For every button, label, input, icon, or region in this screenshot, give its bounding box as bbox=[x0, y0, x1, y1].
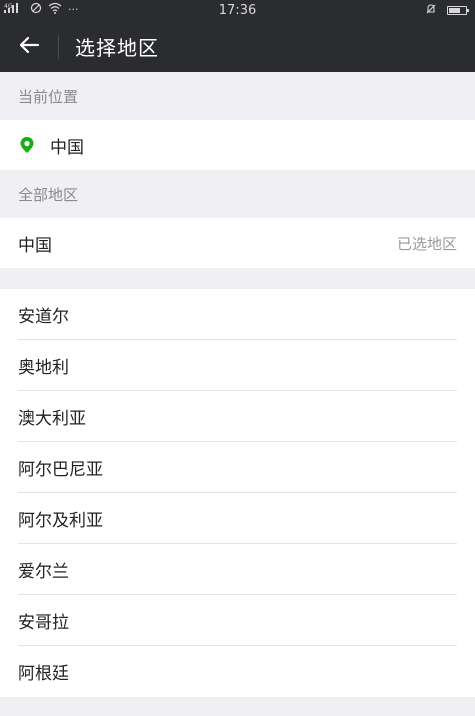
list-item[interactable]: 阿根廷 bbox=[0, 646, 475, 697]
country-name: 阿根廷 bbox=[18, 664, 69, 684]
selected-region-cell[interactable]: 中国 已选地区 bbox=[0, 218, 475, 268]
back-button[interactable] bbox=[0, 21, 58, 72]
list-item[interactable]: 安哥拉 bbox=[0, 595, 475, 646]
battery-icon bbox=[447, 6, 469, 15]
alarm-off-icon bbox=[425, 3, 437, 18]
country-name: 爱尔兰 bbox=[18, 562, 69, 582]
list-item[interactable]: 安道尔 bbox=[0, 289, 475, 340]
section-header-current-location: 当前位置 bbox=[0, 72, 475, 120]
list-item[interactable]: 阿尔及利亚 bbox=[0, 493, 475, 544]
current-location-value: 中国 bbox=[50, 137, 84, 158]
arrow-left-icon bbox=[18, 36, 40, 58]
selected-region-tag: 已选地区 bbox=[396, 234, 457, 253]
status-right bbox=[425, 3, 469, 18]
status-time: 17:36 bbox=[218, 3, 257, 18]
list-item[interactable]: 阿尔巴尼亚 bbox=[0, 442, 475, 493]
list-item[interactable]: 爱尔兰 bbox=[0, 544, 475, 595]
country-list: 安道尔 奥地利 澳大利亚 阿尔巴尼亚 阿尔及利亚 爱尔兰 安哥拉 阿根廷 bbox=[0, 289, 475, 697]
country-name: 阿尔及利亚 bbox=[18, 511, 103, 531]
country-name: 奥地利 bbox=[18, 358, 69, 378]
app-bar: 选择地区 bbox=[0, 21, 475, 72]
page-title: 选择地区 bbox=[75, 36, 159, 60]
battery-fill bbox=[449, 8, 460, 13]
country-name: 安哥拉 bbox=[18, 613, 69, 633]
section-header-all-regions: 全部地区 bbox=[0, 170, 475, 218]
country-name: 安道尔 bbox=[18, 307, 69, 327]
app-bar-divider bbox=[58, 34, 59, 59]
list-item[interactable]: 奥地利 bbox=[0, 340, 475, 391]
section-spacer bbox=[0, 268, 475, 289]
status-bar: 4G ··· 17:36 bbox=[0, 0, 475, 21]
current-location-cell[interactable]: 中国 bbox=[0, 120, 475, 170]
list-item[interactable]: 澳大利亚 bbox=[0, 391, 475, 442]
country-name: 阿尔巴尼亚 bbox=[18, 460, 103, 480]
selected-region-name: 中国 bbox=[18, 235, 52, 256]
battery-cap bbox=[467, 9, 469, 12]
country-name: 澳大利亚 bbox=[18, 409, 86, 429]
location-pin-icon bbox=[18, 136, 36, 154]
